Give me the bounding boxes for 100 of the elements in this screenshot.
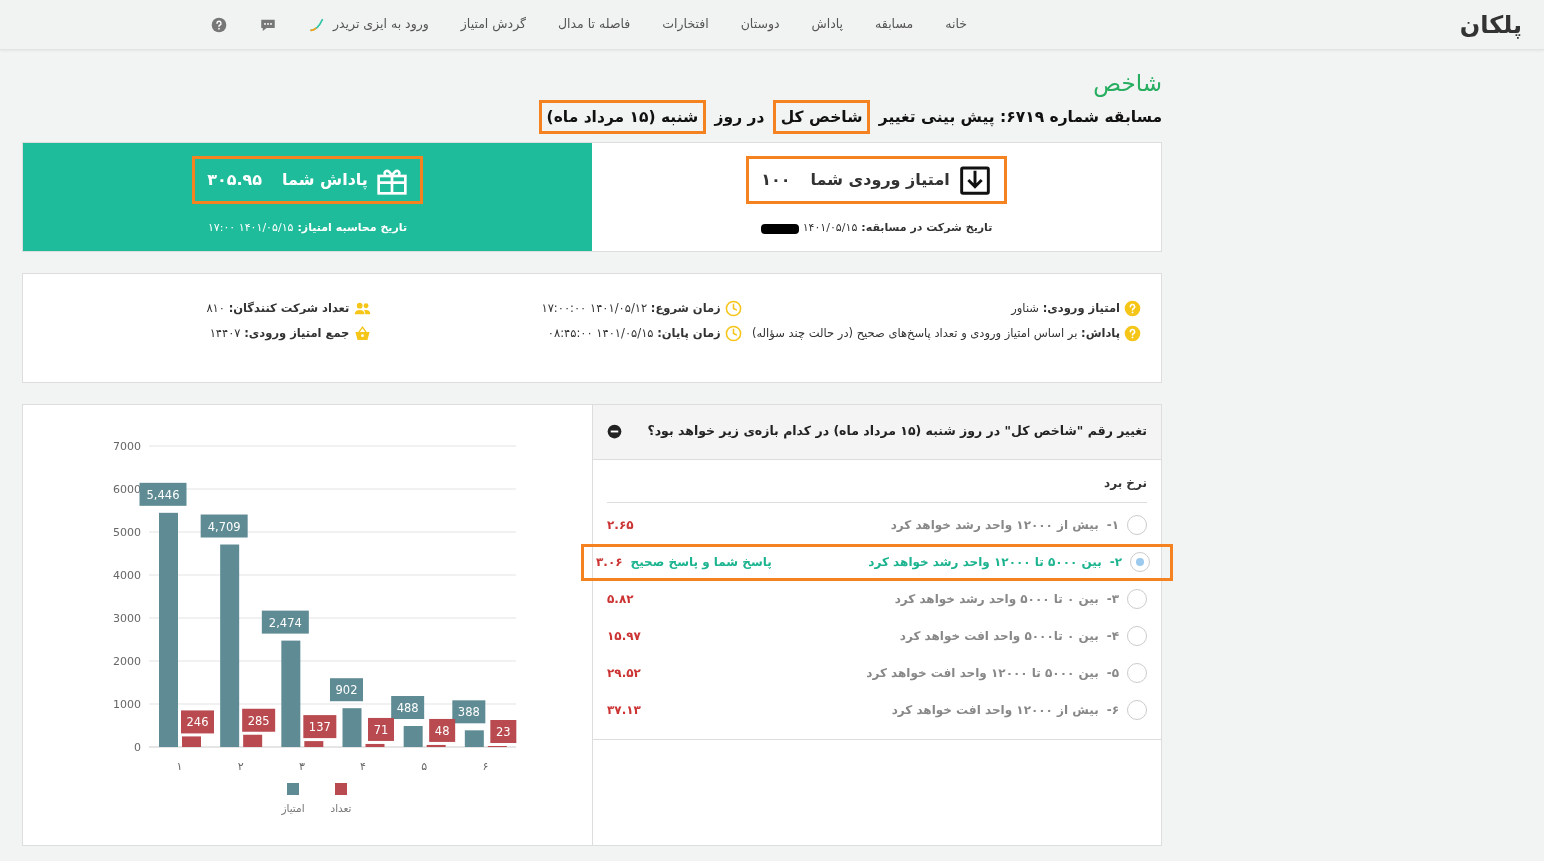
radio-button[interactable] <box>1127 589 1147 610</box>
axis-tick-label: ۴ <box>360 759 367 773</box>
option-number: ۶- <box>1106 702 1119 720</box>
bar <box>182 736 201 747</box>
axis-tick-label: ۱ <box>176 759 183 773</box>
info-text: امتیاز ورودی: شناور <box>1011 299 1120 317</box>
data-label: 246 <box>186 715 209 730</box>
bar <box>365 743 385 747</box>
win-rate: ۵.۸۲ <box>607 591 634 609</box>
data-label: 71 <box>368 717 394 741</box>
legend-label: امتیاز <box>281 801 305 814</box>
help-icon[interactable] <box>210 16 227 33</box>
category-title: شاخص <box>1092 69 1162 98</box>
download-icon <box>957 164 992 197</box>
data-label: 902 <box>330 677 363 701</box>
option-text: بیش از ۱۲۰۰۰ واحد رشد خواهد کرد <box>890 517 1099 535</box>
radio-button[interactable] <box>1127 515 1147 536</box>
info-text: جمع امتیاز ورودی: ۱۴۴۰۷ <box>209 325 350 343</box>
nav-link[interactable]: گردش امتیاز <box>460 15 526 34</box>
radio-button[interactable] <box>1127 700 1147 721</box>
win-rate: ۲۹.۵۲ <box>607 665 641 683</box>
option-text: بین ۰ تا۵۰۰۰ واحد افت خواهد کرد <box>899 628 1099 646</box>
bar <box>243 734 263 747</box>
data-label: 388 <box>457 705 480 720</box>
data-label: 4,709 <box>207 519 241 534</box>
data-label: 23 <box>490 719 517 743</box>
option-number: ۲- <box>1109 554 1122 572</box>
question-text: تغییر رقم "شاخص کل" در روز شنبه (۱۵ مرداد ماه) در کدام بازه‌ی زیر خواهد بود؟ <box>647 422 1147 441</box>
option-number: ۵- <box>1106 665 1119 683</box>
contest-title: مسابقه شماره ۶۷۱۹: پیش بینی تغییر شاخص کل در روز شنبه (۱۵ مرداد ماه) <box>22 99 1162 134</box>
collapse-icon[interactable] <box>607 424 622 440</box>
info-text: زمان پایان: ۱۴۰۱/۰۵/۱۵ ۰۸:۴۵:۰۰ <box>547 325 721 342</box>
data-label: 4,709 <box>200 514 248 538</box>
win-rate: ۲.۶۵ <box>607 517 634 535</box>
data-label: 285 <box>247 713 270 728</box>
option-number: ۱- <box>1106 517 1119 535</box>
data-label: 48 <box>434 723 450 738</box>
option-text: بیش از ۱۲۰۰۰ واحد افت خواهد کرد <box>891 702 1099 720</box>
info-text: زمان شروع: ۱۴۰۱/۰۵/۱۲ ۱۷:۰۰:۰۰ <box>541 299 721 317</box>
nav-link[interactable]: خانه <box>945 15 967 34</box>
axis-tick-label: ۶ <box>482 759 489 773</box>
legend-swatch <box>335 782 347 795</box>
axis-tick-label: ۲ <box>237 759 244 773</box>
option-text: بین ۰ تا ۵۰۰۰ واحد رشد خواهد کرد <box>894 591 1099 609</box>
axis-tick-label: ۵ <box>421 759 428 773</box>
bar <box>403 725 423 747</box>
help-icon <box>1124 299 1141 317</box>
date-label: تاریخ محاسبه امتیاز: <box>297 220 408 237</box>
option-text: بین ۵۰۰۰ تا ۱۲۰۰۰ واحد رشد خواهد کرد <box>868 554 1102 572</box>
axis-tick-label: 7000 <box>113 439 141 453</box>
help-icon <box>1124 325 1141 342</box>
axis-tick-label: 3000 <box>113 611 141 625</box>
data-label: 2,474 <box>261 610 309 634</box>
data-label: 71 <box>373 722 389 737</box>
radio-button[interactable] <box>1127 626 1147 647</box>
score-value: ۱۰۰ <box>761 169 791 192</box>
clock-icon <box>724 299 742 317</box>
win-rate: ۱۵.۹۷ <box>607 628 641 646</box>
nav-link[interactable]: فاصله تا مدال <box>558 15 631 34</box>
option-number: ۳- <box>1106 591 1119 609</box>
data-label: 48 <box>429 718 456 742</box>
bar <box>304 740 324 747</box>
info-text: پاداش: بر اساس امتیاز ورودی و تعداد پاسخ‌های صحیح (در حالت چند سؤاله) <box>751 325 1120 343</box>
data-label: 388 <box>452 700 486 724</box>
option-text: بین ۵۰۰۰ تا ۱۲۰۰۰ واحد افت خواهد کرد <box>866 665 1099 683</box>
axis-tick-label: 1000 <box>113 697 141 711</box>
clock-icon <box>724 325 742 342</box>
nav-link[interactable]: پاداش <box>811 15 844 34</box>
bar <box>464 730 484 747</box>
bar <box>426 744 446 747</box>
date-label: تاریخ شرکت در مسابقه: <box>861 220 993 237</box>
data-label: 285 <box>242 708 276 732</box>
date-value: ۱۴۰۱/۰۵/۱۵ ۱۷:۰۰ <box>207 220 294 237</box>
score-label: امتیاز ورودی شما <box>810 169 950 192</box>
data-label: 2,474 <box>268 615 302 630</box>
nav-link[interactable]: دوستان <box>740 15 780 34</box>
data-label: 137 <box>303 714 337 738</box>
column-header: نرخ برد <box>1104 475 1147 490</box>
axis-tick-label: 6000 <box>113 482 141 496</box>
win-rate: ۳.۰۶ <box>596 554 623 572</box>
nav-link[interactable]: ورود به ایزی تریدر <box>308 15 429 34</box>
radio-button[interactable] <box>1130 552 1150 573</box>
data-label: 5,446 <box>146 487 180 502</box>
bar <box>342 707 362 747</box>
date-value: ۱۴۰۱/۰۵/۱۵ <box>802 220 858 237</box>
swoosh-icon <box>308 16 325 33</box>
data-label: 488 <box>391 695 425 719</box>
axis-tick-label: 4000 <box>113 568 141 582</box>
axis-tick-label: 2000 <box>113 654 141 668</box>
legend-label: تعداد <box>330 801 352 814</box>
nav-link[interactable]: افتخارات <box>662 15 709 34</box>
nav-link[interactable]: مسابقه <box>875 15 914 34</box>
answer-status: پاسخ شما و پاسخ صحیح <box>630 554 772 572</box>
option-number: ۴- <box>1106 628 1119 646</box>
logo[interactable]: پلکان <box>967 6 1522 43</box>
radio-button[interactable] <box>1127 663 1147 684</box>
data-label: 902 <box>335 682 358 697</box>
data-label: 23 <box>496 724 511 739</box>
axis-tick-label: ۳ <box>298 759 305 773</box>
info-text: تعداد شرکت کنندگان: ۸۱۰ <box>206 299 350 317</box>
